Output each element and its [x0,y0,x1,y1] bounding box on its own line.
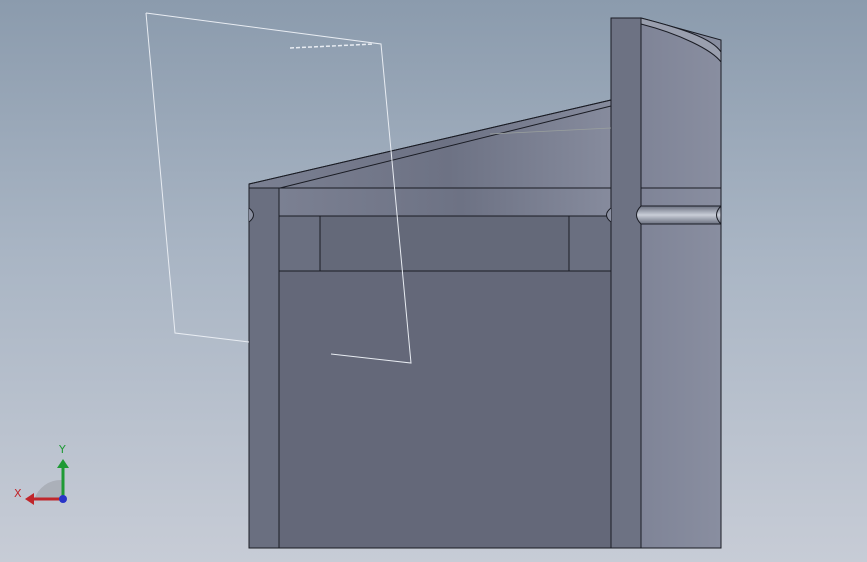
model-view[interactable] [0,0,867,562]
triad-x-label: X [14,487,22,500]
triad-plane-fill [34,479,62,500]
center-column-face[interactable] [610,17,642,549]
sketch-plane-outline-left [145,12,250,343]
lower-block-face[interactable] [278,270,612,549]
left-wall-face[interactable] [248,187,280,549]
triad-y-label: Y [59,443,66,456]
right-slot[interactable] [636,205,722,225]
triad-x-arrow [25,493,34,505]
right-face[interactable] [640,17,722,549]
neck-face[interactable] [319,215,570,272]
triad-y-arrow [57,459,69,468]
sloped-roof-face[interactable] [248,99,612,189]
sketch-plane-label-marks [289,43,375,49]
inner-left-face [278,215,321,272]
part-body[interactable] [248,17,722,549]
graphics-viewport[interactable]: Y X [0,0,867,562]
coordinate-triad [25,459,69,505]
top-band-face[interactable] [278,187,612,217]
inner-right-face [568,215,612,272]
triad-z-axis [59,495,67,503]
